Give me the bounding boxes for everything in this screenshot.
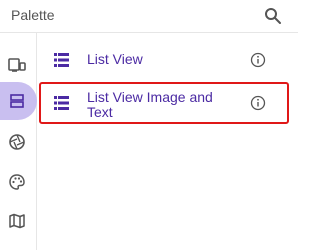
list-layout-icon[interactable] (4, 88, 30, 114)
list-item-list-view[interactable]: List View (37, 47, 298, 73)
search-icon[interactable] (264, 7, 282, 25)
device-layout-icon[interactable] (4, 52, 30, 78)
palette-title: Palette (11, 7, 55, 23)
list-item-label: List View (87, 51, 143, 67)
info-icon[interactable] (250, 52, 266, 68)
selection-highlight-box (39, 82, 289, 124)
palette-header: Palette (0, 0, 298, 33)
map-icon[interactable] (4, 208, 30, 234)
list-view-icon (54, 53, 69, 67)
palette-icon[interactable] (4, 169, 30, 195)
component-list: List View List View Image and Text (37, 33, 298, 250)
category-rail (0, 33, 37, 250)
aperture-icon[interactable] (4, 129, 30, 155)
